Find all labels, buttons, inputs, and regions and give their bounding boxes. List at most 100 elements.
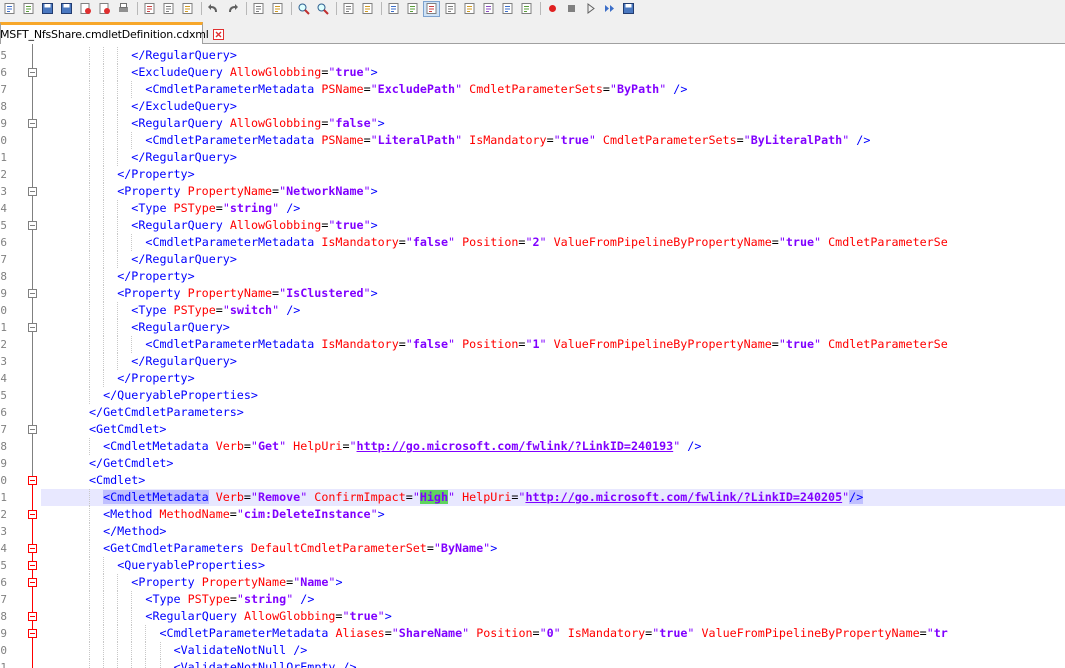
fold-toggle-icon[interactable] xyxy=(28,187,37,196)
close-icon[interactable] xyxy=(78,2,93,16)
code-line[interactable]: 3 </Method> xyxy=(0,523,1065,540)
code-line[interactable]: 7 </RegularQuery> xyxy=(0,251,1065,268)
sync-horizontal-icon[interactable] xyxy=(360,2,375,16)
code-line[interactable]: 1 <ValidateNotNullOrEmpty /> xyxy=(0,659,1065,668)
indent-guide-icon[interactable] xyxy=(423,0,440,17)
code-line[interactable]: 6 <CmdletParameterMetadata IsMandatory="f… xyxy=(0,234,1065,251)
quote: " xyxy=(609,82,617,96)
fold-toggle-icon[interactable] xyxy=(28,612,37,621)
monitoring-icon[interactable] xyxy=(519,2,534,16)
code-line[interactable]: 6 <ExcludeQuery AllowGlobbing="true"> xyxy=(0,64,1065,81)
code-line[interactable]: 6 <Property PropertyName="Name"> xyxy=(0,574,1065,591)
folder-workspace-icon[interactable] xyxy=(500,2,515,16)
indent-guide xyxy=(117,251,119,268)
fold-toggle-icon[interactable] xyxy=(28,544,37,553)
line-number: 7 xyxy=(0,83,7,96)
code-line[interactable]: 7 <CmdletParameterMetadata PSName="Exclud… xyxy=(0,81,1065,98)
save-macro-icon[interactable] xyxy=(621,2,636,16)
code-line[interactable]: 2 <Method MethodName="cim:DeleteInstance"… xyxy=(0,506,1065,523)
fold-toggle-icon[interactable] xyxy=(28,323,37,332)
indent-guide xyxy=(103,370,105,387)
code-line[interactable]: 8 </Property> xyxy=(0,268,1065,285)
tab-label: MSFT_NfsShare.cmdletDefinition.cdxml xyxy=(0,28,209,41)
zoom-out-icon[interactable] xyxy=(315,2,330,16)
replace-icon[interactable] xyxy=(270,2,285,16)
code-line[interactable]: 8 <RegularQuery AllowGlobbing="true"> xyxy=(0,608,1065,625)
code-line[interactable]: 9 <Property PropertyName="IsClustered"> xyxy=(0,285,1065,302)
code-line[interactable]: 5 </RegularQuery> xyxy=(0,47,1065,64)
fold-toggle-icon[interactable] xyxy=(28,425,37,434)
stop-macro-icon[interactable] xyxy=(564,2,579,16)
record-macro-icon[interactable] xyxy=(545,2,560,16)
url-link[interactable]: http://go.microsoft.com/fwlink/?LinkID=2… xyxy=(357,439,674,453)
code-line[interactable]: 1 <RegularQuery> xyxy=(0,319,1065,336)
play-macro-icon[interactable] xyxy=(583,2,598,16)
function-list-icon[interactable] xyxy=(481,2,496,16)
fold-toggle-icon[interactable] xyxy=(28,510,37,519)
tab-active-document[interactable]: MSFT_NfsShare.cmdletDefinition.cdxml xyxy=(0,22,224,44)
tab-close-icon[interactable] xyxy=(212,29,224,41)
user-lang-icon[interactable] xyxy=(443,2,458,16)
tag-bracket: < xyxy=(159,626,167,640)
code-line[interactable]: 0 <Type PSType="switch" /> xyxy=(0,302,1065,319)
new-file-icon[interactable] xyxy=(2,2,17,16)
fold-toggle-icon[interactable] xyxy=(28,476,37,485)
code-line[interactable]: 8 </ExcludeQuery> xyxy=(0,98,1065,115)
tag-name: ExcludeQuery xyxy=(145,99,230,113)
code-line[interactable]: 4 <GetCmdletParameters DefaultCmdletParam… xyxy=(0,540,1065,557)
fold-toggle-icon[interactable] xyxy=(28,561,37,570)
code-line[interactable]: 9 <RegularQuery AllowGlobbing="false"> xyxy=(0,115,1065,132)
word-wrap-icon[interactable] xyxy=(386,2,401,16)
print-icon[interactable] xyxy=(116,2,131,16)
close-all-icon[interactable] xyxy=(97,2,112,16)
fold-toggle-icon[interactable] xyxy=(28,119,37,128)
save-icon[interactable] xyxy=(40,2,55,16)
code-line[interactable]: 0 <CmdletParameterMetadata PSName="Litera… xyxy=(0,132,1065,149)
code-line[interactable]: 4 </Property> xyxy=(0,370,1065,387)
code-line[interactable]: 5 </QueryableProperties> xyxy=(0,387,1065,404)
code-line[interactable]: 7 <GetCmdlet> xyxy=(0,421,1065,438)
code-line[interactable]: 3 </RegularQuery> xyxy=(0,353,1065,370)
code-line[interactable]: 0 <Cmdlet> xyxy=(0,472,1065,489)
fold-toggle-icon[interactable] xyxy=(28,221,37,230)
code-line[interactable]: 1 </RegularQuery> xyxy=(0,149,1065,166)
fold-toggle-icon[interactable] xyxy=(28,629,37,638)
fold-toggle-icon[interactable] xyxy=(28,289,37,298)
code-line[interactable]: 5 <RegularQuery AllowGlobbing="true"> xyxy=(0,217,1065,234)
cut-icon[interactable] xyxy=(142,2,157,16)
paste-icon[interactable] xyxy=(180,2,195,16)
code-line[interactable]: 8 <CmdletMetadata Verb="Get" HelpUri="htt… xyxy=(0,438,1065,455)
indent-guide xyxy=(103,302,105,319)
code-line[interactable]: 1 <CmdletMetadata Verb="Remove" ConfirmIm… xyxy=(0,489,1065,506)
sync-vertical-icon[interactable] xyxy=(341,2,356,16)
code-line[interactable]: 2 </Property> xyxy=(0,166,1065,183)
tag-bracket: </ xyxy=(131,354,146,368)
code-line[interactable]: 3 <Property PropertyName="NetworkName"> xyxy=(0,183,1065,200)
copy-icon[interactable] xyxy=(161,2,176,16)
open-file-icon[interactable] xyxy=(21,2,36,16)
code-line[interactable]: 0 <ValidateNotNull /> xyxy=(0,642,1065,659)
redo-icon[interactable] xyxy=(225,2,240,16)
indent-guide xyxy=(159,659,161,668)
url-link[interactable]: http://go.microsoft.com/fwlink/?LinkID=2… xyxy=(525,490,842,504)
code-editor[interactable]: 5 </RegularQuery> 6 <ExcludeQuery AllowGlob… xyxy=(0,44,1065,668)
fold-toggle-icon[interactable] xyxy=(28,578,37,587)
show-all-chars-icon[interactable] xyxy=(405,2,420,16)
code-line[interactable]: 4 <Type PSType="string" /> xyxy=(0,200,1065,217)
save-all-icon[interactable] xyxy=(59,2,74,16)
code-content: <Property PropertyName="Name"> xyxy=(41,574,1065,591)
zoom-in-icon[interactable] xyxy=(296,2,311,16)
doc-map-icon[interactable] xyxy=(462,2,477,16)
code-line[interactable]: 9 </GetCmdlet> xyxy=(0,455,1065,472)
code-line[interactable]: 5 <QueryableProperties> xyxy=(0,557,1065,574)
code-line[interactable]: 7 <Type PSType="string" /> xyxy=(0,591,1065,608)
code-line[interactable]: 2 <CmdletParameterMetadata IsMandatory="f… xyxy=(0,336,1065,353)
code-line[interactable]: 9 <CmdletParameterMetadata Aliases="Share… xyxy=(0,625,1065,642)
code-line[interactable]: 6 </GetCmdletParameters> xyxy=(0,404,1065,421)
tag-name: QueryableProperties xyxy=(117,388,251,402)
fold-toggle-icon[interactable] xyxy=(28,68,37,77)
undo-icon[interactable] xyxy=(206,2,221,16)
find-icon[interactable] xyxy=(251,2,266,16)
run-macro-multiple-icon[interactable] xyxy=(602,2,617,16)
